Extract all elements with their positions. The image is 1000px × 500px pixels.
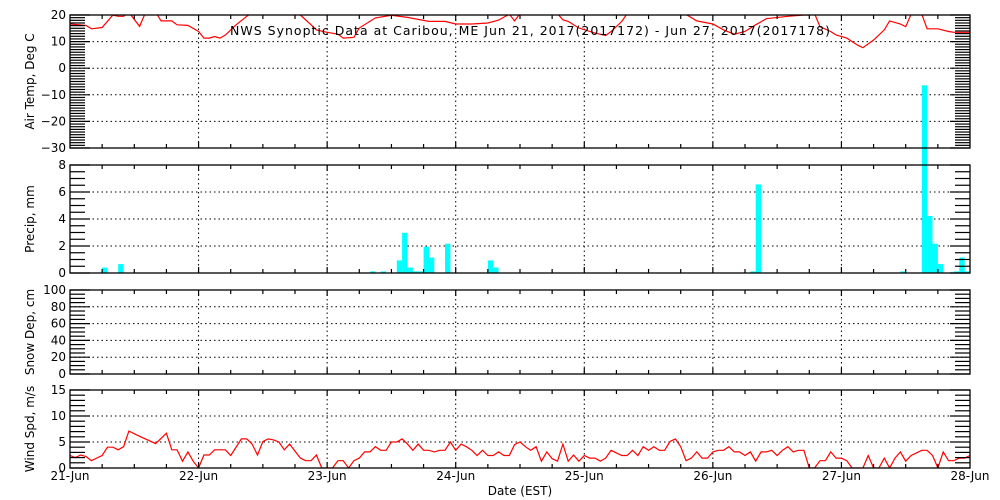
snow-depth-axis-label: Snow Dep, cm xyxy=(23,289,37,375)
precip-bar xyxy=(407,267,413,273)
y-tick-label: 15 xyxy=(51,383,66,397)
x-tick-label: 27-Jun xyxy=(822,469,861,483)
y-tick-label: 6 xyxy=(58,185,66,199)
precip-bar xyxy=(396,260,403,273)
y-tick-label: −20 xyxy=(41,114,66,128)
y-tick-label: −10 xyxy=(41,88,66,102)
precip-bar xyxy=(921,85,928,273)
x-axis-label: Date (EST) xyxy=(488,484,552,498)
x-tick-label: 25-Jun xyxy=(565,469,604,483)
y-tick-label: 2 xyxy=(58,239,66,253)
chart-title: NWS Synoptic Data at Caribou, ME Jun 21,… xyxy=(230,23,830,38)
y-tick-label: 0 xyxy=(58,266,66,280)
x-tick-label: 23-Jun xyxy=(308,469,347,483)
x-tick-label: 24-Jun xyxy=(436,469,475,483)
precip-bar xyxy=(402,232,408,273)
synoptic-chart: 20100−10−20−30Air Temp, Deg C02468Precip… xyxy=(0,0,1000,500)
precip-bar xyxy=(937,264,944,273)
precip-axis-label: Precip, mm xyxy=(23,185,37,253)
precip-bar xyxy=(927,216,933,273)
y-tick-label: 60 xyxy=(51,317,66,331)
precip-bar xyxy=(487,260,494,273)
y-tick-label: 10 xyxy=(51,35,66,49)
y-tick-label: −30 xyxy=(41,141,66,155)
y-tick-label: 20 xyxy=(51,350,66,364)
precip-bar xyxy=(428,257,435,273)
precip-bar xyxy=(932,243,938,273)
precip-bar xyxy=(423,246,429,273)
x-tick-label: 21-Jun xyxy=(50,469,89,483)
y-tick-label: 8 xyxy=(58,158,66,172)
y-tick-label: 10 xyxy=(51,409,66,423)
wind-speed-axis-label: Wind Spd, m/s xyxy=(23,386,37,472)
precip-bar xyxy=(755,184,762,273)
y-tick-label: 4 xyxy=(58,212,66,226)
y-tick-label: 40 xyxy=(51,333,66,347)
precip-bar xyxy=(102,267,108,273)
precip-bar xyxy=(445,243,451,273)
y-tick-label: 5 xyxy=(58,435,66,449)
chart-background xyxy=(0,0,1000,500)
y-tick-label: 100 xyxy=(43,283,66,297)
y-tick-label: 20 xyxy=(51,8,66,22)
precip-bar xyxy=(118,264,124,273)
precip-bar xyxy=(493,267,499,273)
y-tick-label: 80 xyxy=(51,300,66,314)
x-tick-label: 22-Jun xyxy=(179,469,218,483)
air-temp-axis-label: Air Temp, Deg C xyxy=(23,33,37,129)
y-tick-label: 0 xyxy=(58,367,66,381)
x-tick-label: 26-Jun xyxy=(693,469,732,483)
y-tick-label: 0 xyxy=(58,61,66,75)
x-tick-label: 28-Jun xyxy=(950,469,989,483)
